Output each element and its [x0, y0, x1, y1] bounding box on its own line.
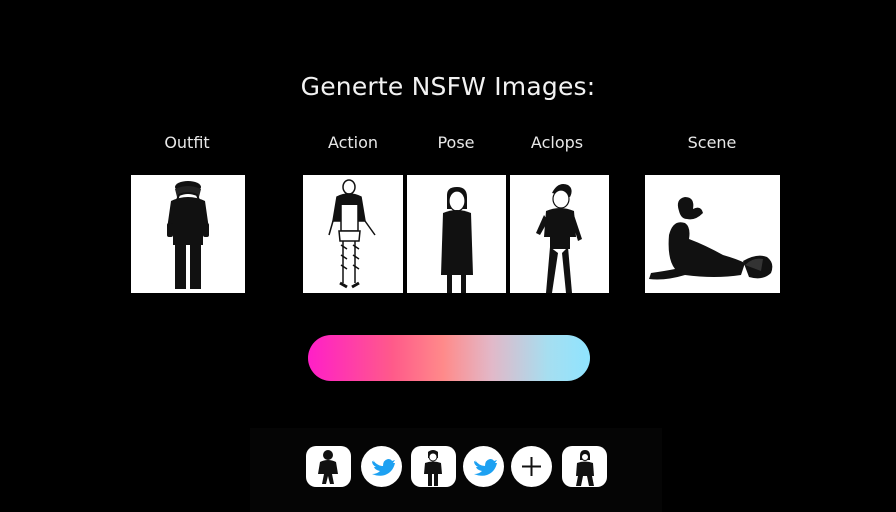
dock-thumbnail-button-2[interactable]	[411, 446, 456, 487]
dock-add-button[interactable]	[511, 446, 552, 487]
action-figure-image	[328, 179, 376, 289]
outfit-figure-image	[167, 181, 209, 289]
figure-thumbnail-icon	[318, 450, 338, 484]
pose-figure-image	[441, 187, 473, 293]
pose-tile[interactable]	[407, 175, 506, 293]
aclops-figure-image	[536, 184, 582, 293]
category-label-outfit: Outfit	[164, 133, 210, 152]
dock-thumbnail-button-3[interactable]	[562, 446, 607, 487]
generate-gradient-button[interactable]	[308, 335, 590, 381]
aclops-tile[interactable]	[510, 175, 609, 293]
dock-twitter-button-1[interactable]	[361, 446, 402, 487]
plus-icon	[522, 457, 541, 476]
figure-thumbnail-icon	[576, 450, 594, 486]
outfit-tile[interactable]	[131, 175, 245, 293]
scene-figure-image	[649, 197, 773, 280]
figure-thumbnail-icon	[424, 450, 442, 486]
page-title: Generte NSFW Images:	[300, 72, 596, 101]
category-label-aclops: Aclops	[530, 133, 584, 152]
action-tile[interactable]	[303, 175, 403, 293]
twitter-bird-icon	[474, 459, 497, 476]
category-label-scene: Scene	[687, 133, 737, 152]
dock-twitter-button-2[interactable]	[463, 446, 504, 487]
dock-thumbnail-button-1[interactable]	[306, 446, 351, 487]
scene-tile[interactable]	[645, 175, 780, 293]
twitter-bird-icon	[372, 459, 395, 476]
